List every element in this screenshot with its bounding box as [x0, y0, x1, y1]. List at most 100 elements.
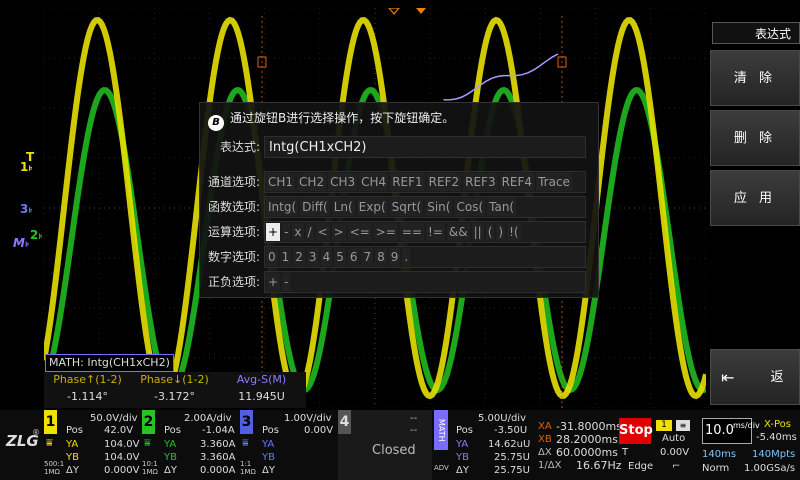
option-item[interactable]: !( [507, 223, 521, 241]
ch2-status[interactable]: 2 2.00A/div Pos -1.04A ⩸ YA 3.360A YB 3.… [142, 410, 238, 480]
option-item[interactable]: + [266, 273, 281, 291]
option-item[interactable]: REF4 [499, 173, 535, 191]
math-status[interactable]: MATH 5.00U/div Pos -3.50U YA 14.62uU YB … [434, 410, 530, 480]
cursor-xb-label: XB [538, 434, 552, 445]
delete-button[interactable]: 删 除 [710, 110, 800, 166]
option-item[interactable]: REF1 [390, 173, 425, 191]
option-item[interactable]: && [446, 223, 470, 241]
option-item[interactable]: < [315, 223, 330, 241]
option-item[interactable]: 5 [334, 248, 346, 266]
option-item[interactable]: Sin( [425, 198, 453, 216]
math-yb: 25.75U [494, 452, 530, 463]
ch2-pos-label: Pos [164, 425, 182, 436]
option-item[interactable]: CH2 [297, 173, 327, 191]
option-item[interactable]: REF3 [463, 173, 498, 191]
menu-title: 表达式 [712, 22, 800, 44]
option-item[interactable]: REF2 [426, 173, 462, 191]
softkey-menu: 表达式 清 除 删 除 应 用 ⇤ 返 回 [708, 18, 800, 441]
option-item[interactable]: Sqrt( [389, 198, 424, 216]
math-marker[interactable]: M⊧ [13, 236, 29, 250]
ch2-number: 2 [142, 410, 155, 434]
oscilloscope-screen: T 1⊧ 3⊧ M⊧ 2⊧ 表达式 清 除 删 除 应 用 ⇤ 返 回 B 通过旋… [0, 0, 800, 480]
clear-button[interactable]: 清 除 [710, 50, 800, 106]
option-item[interactable]: || [471, 223, 484, 241]
option-item[interactable]: . [402, 248, 411, 266]
option-item[interactable]: x [292, 223, 304, 241]
measurement-value: -1.114° [67, 390, 108, 403]
option-item[interactable]: ( [485, 223, 495, 241]
option-item[interactable]: 9 [388, 248, 401, 266]
option-item[interactable]: 2 [293, 248, 305, 266]
ch1-coupling-icon: ⩸ [46, 436, 53, 449]
ch2-coupling-icon: ⩸ [144, 436, 151, 449]
expression-input[interactable]: Intg(CH1xCH2) [264, 136, 586, 158]
ch1-ya-label: YA [66, 439, 79, 450]
measurement-panel: Phase↑(1-2) -1.114° Phase↓(1-2) -3.172° … [44, 372, 306, 408]
option-item[interactable]: Diff( [300, 198, 330, 216]
expression-value: Intg(CH1xCH2) [269, 140, 367, 155]
expression-dialog: B 通过旋钮B进行选择操作，按下旋钮确定。 表达式: Intg(CH1xCH2) … [199, 102, 599, 298]
option-item[interactable]: CH3 [328, 173, 358, 191]
registered-icon: ® [32, 428, 40, 437]
option-item[interactable]: - [282, 223, 291, 241]
cursor-readout[interactable]: XA -31.8000ms XB 28.2000ms ΔX 60.0000ms … [536, 410, 622, 480]
ch4-status[interactable]: 4 -- -- Closed [338, 410, 432, 480]
option-item[interactable]: CH4 [359, 173, 389, 191]
ch4-pos: -- [410, 425, 418, 436]
math-mode: ADV [434, 464, 449, 472]
measurement-item[interactable]: Avg-S(M) 11.945U [218, 372, 305, 406]
trigger-status[interactable]: 1 ≡ Auto T 0.00V Edge ⌐ [622, 410, 698, 480]
measurement-value: 11.945U [238, 390, 285, 403]
option-item[interactable]: == [399, 223, 425, 241]
cursor-xa: -31.8000ms [556, 420, 622, 433]
measurement-item[interactable]: Phase↑(1-2) -1.114° [44, 372, 131, 406]
measurement-name: Avg-S(M) [236, 373, 287, 386]
option-item[interactable]: 7 [361, 248, 374, 266]
option-item[interactable]: 6 [347, 248, 360, 266]
option-item[interactable]: >= [373, 223, 398, 241]
option-item[interactable]: / [305, 223, 314, 241]
option-item[interactable]: CH1 [266, 173, 296, 191]
timebase-status[interactable]: 10.0 ms/div X-Pos -5.40ms 140ms 140Mpts … [700, 410, 800, 480]
option-item[interactable]: - [282, 273, 291, 291]
ch3-status[interactable]: 3 1.00V/div Pos 0.00V ⩸ YA YB 1:1 1MΩ ΔY [240, 410, 336, 480]
ch2-marker[interactable]: 2⊧ [30, 228, 43, 242]
xpos-label: X-Pos [764, 419, 791, 430]
trigger-position-marker [388, 8, 400, 15]
option-item[interactable]: <= [347, 223, 372, 241]
option-item[interactable]: + [266, 223, 281, 241]
option-item[interactable]: Intg( [266, 198, 299, 216]
ch1-marker[interactable]: 1⊧ [20, 160, 33, 174]
expression-label: 表达式: [219, 140, 260, 154]
option-item[interactable]: != [426, 223, 445, 241]
option-item[interactable]: > [331, 223, 346, 241]
option-item[interactable]: 3 [306, 248, 319, 266]
ch2-dy: 0.000A [200, 465, 236, 476]
option-list: CH1 CH2 CH3 CH4 REF1 REF2 REF3 REF4 Trace [264, 171, 586, 193]
trigger-level: 0.00V [660, 447, 690, 458]
back-button[interactable]: ⇤ 返 回 [710, 349, 800, 441]
option-item[interactable]: Cos( [454, 198, 486, 216]
sample-rate: 1.00GSa/s [744, 463, 796, 474]
apply-button[interactable]: 应 用 [710, 170, 800, 226]
trigger-type: T [622, 447, 629, 458]
option-item[interactable]: Tan( [487, 198, 517, 216]
option-item[interactable]: Trace [536, 173, 572, 191]
trigger-coupling-icon: ≡ [676, 420, 690, 431]
option-item[interactable]: ) [496, 223, 506, 241]
option-item[interactable]: 8 [375, 248, 387, 266]
math-pos: -3.50U [494, 425, 528, 436]
option-list: + - x / < > <= >= == != && ||() !( [264, 221, 586, 243]
option-item[interactable]: Exp( [356, 198, 388, 216]
ch3-ya-label: YA [262, 439, 275, 450]
option-item[interactable]: 4 [320, 248, 333, 266]
run-stop-button[interactable]: Stop [619, 418, 653, 444]
option-item[interactable]: Ln( [331, 198, 355, 216]
option-list: 0123456789. [264, 246, 586, 268]
ch1-status[interactable]: 1 50.0V/div Pos 42.0V ⩸ YA 104.0V YB 104… [44, 410, 140, 480]
ch3-marker[interactable]: 3⊧ [20, 202, 33, 216]
measurement-item[interactable]: Phase↓(1-2) -3.172° [131, 372, 218, 406]
math-ya-label: YA [456, 439, 469, 450]
option-item[interactable]: 0 [266, 248, 278, 266]
option-item[interactable]: 1 [279, 248, 292, 266]
